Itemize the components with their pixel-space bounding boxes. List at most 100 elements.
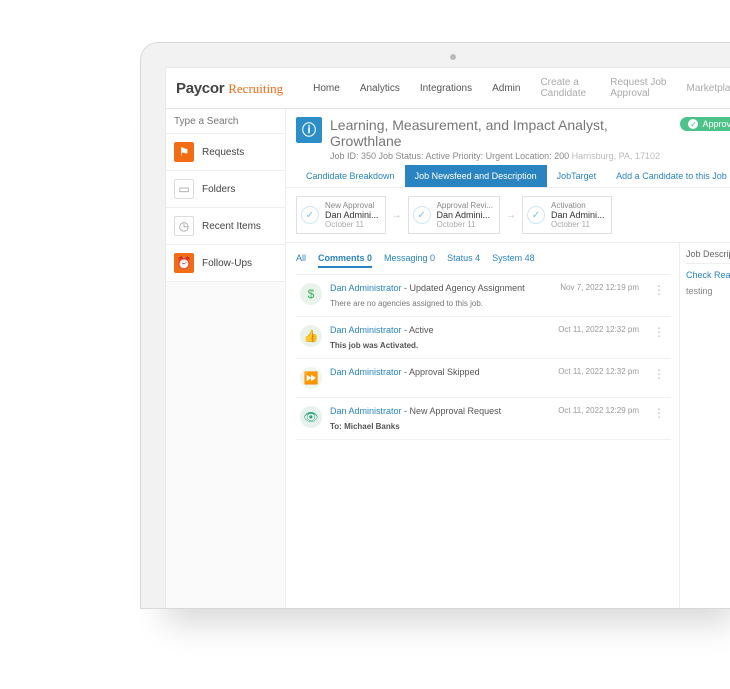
filter-status[interactable]: Status 4 [447,253,480,268]
chain-step-approval-review[interactable]: ✓ Approval Revi... Dan Admini... October… [408,196,500,234]
top-nav: Paycor Recruiting Home Analytics Integra… [166,68,730,109]
approval-chain: ✓ New Approval Dan Admini... October 11 … [286,188,730,243]
nav-create-candidate[interactable]: Create a Candidate [532,74,598,102]
feed-timestamp: Oct 11, 2022 12:32 pm [558,325,643,350]
brand-sub: Recruiting [228,81,283,97]
chain-date: October 11 [437,220,493,229]
feed-action: - Active [402,325,434,335]
chain-date: October 11 [325,220,379,229]
feed-action: - Updated Agency Assignment [402,283,525,293]
chain-who: Dan Admini... [325,210,379,220]
more-menu-icon[interactable]: ⋮ [651,325,667,350]
sidebar-search[interactable] [166,109,285,134]
chain-step-new-approval[interactable]: ✓ New Approval Dan Admini... October 11 [296,196,386,234]
dollar-icon: $ [300,283,322,305]
eye-icon: 👁 [300,406,322,428]
chain-who: Dan Admini... [551,210,605,220]
sidebar-item-folders[interactable]: ▭ Folders [166,171,285,208]
fast-forward-icon: ⏩ [300,367,322,389]
requests-icon: ⚑ [174,142,194,162]
clock-icon: ◷ [174,216,194,236]
chevron-right-icon: → [506,210,516,221]
laptop-frame: Paycor Recruiting Home Analytics Integra… [140,42,730,609]
feed-filter-tabs: All Comments 0 Messaging 0 Status 4 Syst… [296,249,671,275]
check-circle-icon: ✓ [413,206,431,224]
feed-entry: 👁 Dan Administrator - New Approval Reque… [296,398,671,440]
chain-kind: Activation [551,201,605,210]
job-description-header: Job Descriptio [686,249,730,264]
nav-admin[interactable]: Admin [484,80,528,97]
sidebar-item-recent[interactable]: ◷ Recent Items [166,208,285,245]
filter-comments[interactable]: Comments 0 [318,253,372,268]
brand-main: Paycor [176,80,224,97]
feed-timestamp: Nov 7, 2022 12:19 pm [560,283,643,308]
feed-author[interactable]: Dan Administrator [330,367,402,377]
tab-add-candidate[interactable]: Add a Candidate to this Job [606,165,730,187]
filter-messaging[interactable]: Messaging 0 [384,253,435,268]
feed-timestamp: Oct 11, 2022 12:29 pm [558,406,643,431]
feed-column: All Comments 0 Messaging 0 Status 4 Syst… [286,243,679,608]
feed-timestamp: Oct 11, 2022 12:32 pm [558,367,643,389]
feed-action: - New Approval Request [402,406,502,416]
tab-jobtarget[interactable]: JobTarget [547,165,607,187]
alarm-icon: ⏰ [174,253,194,273]
job-subtabs: Candidate Breakdown Job Newsfeed and Des… [286,165,730,188]
chain-kind: Approval Revi... [437,201,493,210]
chevron-right-icon: → [392,210,402,221]
sidebar-label-recent: Recent Items [202,221,261,232]
check-readability-link[interactable]: Check Readab [686,270,730,280]
feed-author[interactable]: Dan Administrator [330,325,402,335]
sidebar-label-followups: Follow-Ups [202,258,252,269]
laptop-camera [450,54,456,60]
chain-who: Dan Admini... [437,210,493,220]
nav-home[interactable]: Home [305,80,348,97]
chain-date: October 11 [551,220,605,229]
approved-badge: ✓ Approved [680,117,730,131]
feed-author[interactable]: Dan Administrator [330,283,402,293]
tab-job-newsfeed[interactable]: Job Newsfeed and Description [405,165,547,187]
sidebar-item-requests[interactable]: ⚑ Requests [166,134,285,171]
thumbs-up-icon: 👍 [300,325,322,347]
feed-entry: ⏩ Dan Administrator - Approval Skipped O… [296,359,671,398]
job-title: Learning, Measurement, and Impact Analys… [330,117,672,149]
content-column: ⓘ Learning, Measurement, and Impact Anal… [286,109,730,608]
job-meta-prefix: Job ID: 350 Job Status: Active Priority:… [330,151,569,161]
job-description-panel: Job Descriptio Check Readab testing [679,243,730,608]
app-window: Paycor Recruiting Home Analytics Integra… [165,67,730,608]
more-menu-icon[interactable]: ⋮ [651,406,667,431]
feed-detail: There are no agencies assigned to this j… [330,299,552,308]
job-meta-city: Harrisburg, PA, 17102 [569,151,660,161]
feed-and-description: All Comments 0 Messaging 0 Status 4 Syst… [286,243,730,608]
tab-candidate-breakdown[interactable]: Candidate Breakdown [296,165,405,187]
sidebar: ⚑ Requests ▭ Folders ◷ Recent Items ⏰ Fo… [166,109,286,608]
sidebar-label-folders: Folders [202,184,235,195]
feed-entry: $ Dan Administrator - Updated Agency Ass… [296,275,671,317]
feed-author[interactable]: Dan Administrator [330,406,402,416]
sidebar-label-requests: Requests [202,147,244,158]
nav-request-job-approval[interactable]: Request Job Approval [602,74,674,102]
feed-detail: This job was Activated. [330,341,550,350]
approved-label: Approved [702,119,730,129]
filter-system[interactable]: System 48 [492,253,535,268]
nav-analytics[interactable]: Analytics [352,80,408,97]
check-circle-icon: ✓ [527,206,545,224]
job-header: ⓘ Learning, Measurement, and Impact Anal… [286,109,730,165]
nav-integrations[interactable]: Integrations [412,80,480,97]
main-split: ⚑ Requests ▭ Folders ◷ Recent Items ⏰ Fo… [166,109,730,608]
nav-marketplace[interactable]: Marketplace [679,80,730,97]
more-menu-icon[interactable]: ⋮ [651,367,667,389]
more-menu-icon[interactable]: ⋮ [651,283,667,308]
filter-all[interactable]: All [296,253,306,268]
chain-kind: New Approval [325,201,379,210]
feed-entry: 👍 Dan Administrator - Active This job wa… [296,317,671,359]
sidebar-item-followups[interactable]: ⏰ Follow-Ups [166,245,285,282]
brand-logo: Paycor Recruiting [176,80,283,97]
feed-action: - Approval Skipped [402,367,480,377]
check-circle-icon: ✓ [301,206,319,224]
feed-detail: To: Michael Banks [330,422,550,431]
job-description-body: testing [686,286,730,296]
info-icon: ⓘ [296,117,322,143]
chain-step-activation[interactable]: ✓ Activation Dan Admini... October 11 [522,196,612,234]
check-icon: ✓ [688,119,698,129]
job-meta: Job ID: 350 Job Status: Active Priority:… [330,151,672,161]
